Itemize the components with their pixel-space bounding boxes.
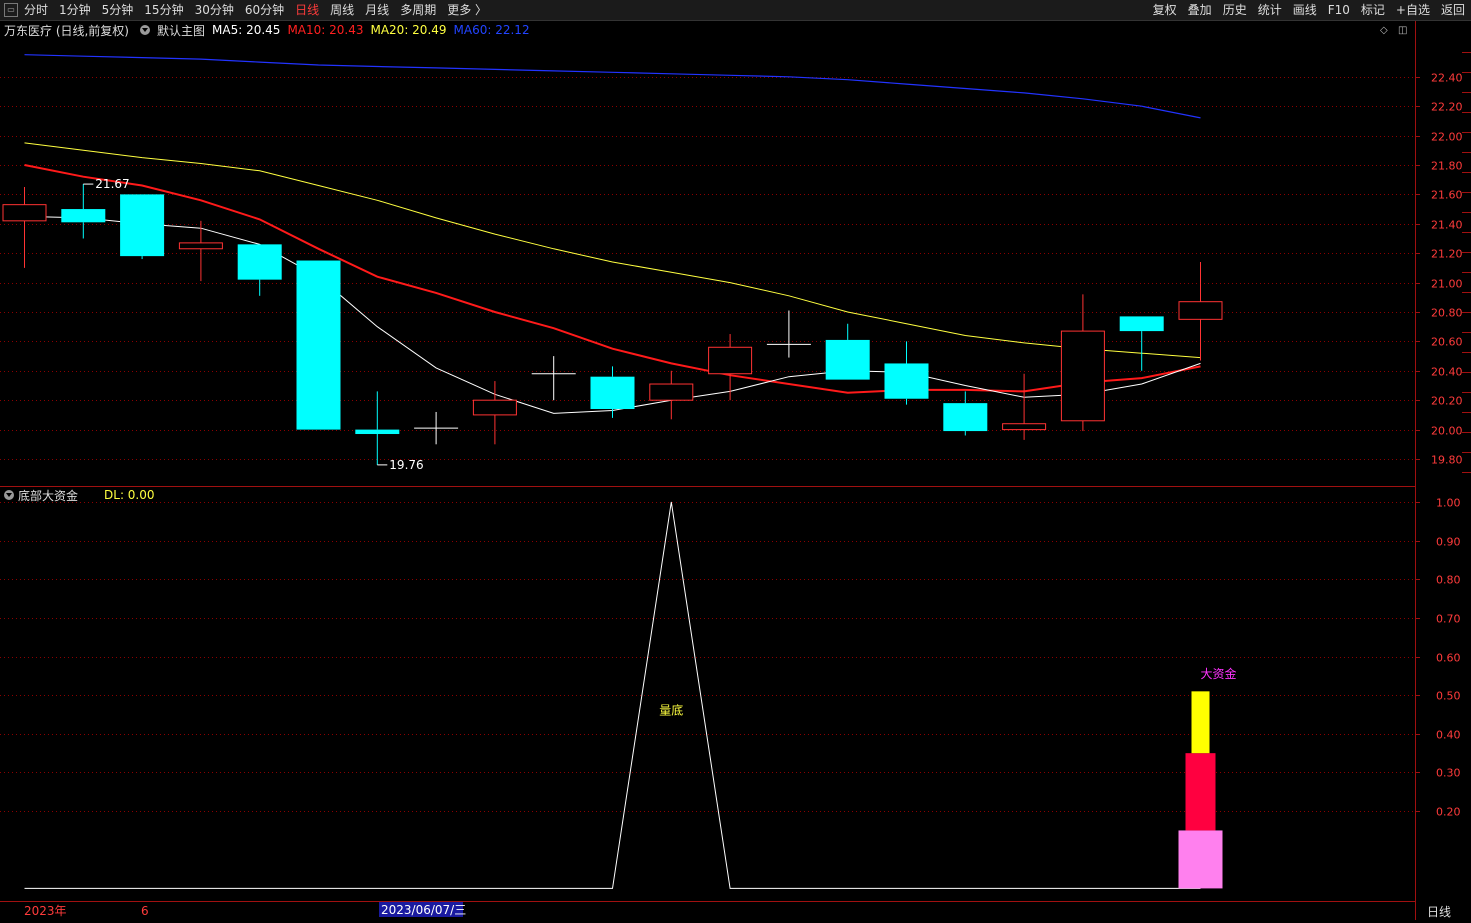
ma10-label: MA10: 20.43 bbox=[287, 23, 364, 37]
window-toggle-icon[interactable]: ◫ bbox=[1398, 25, 1407, 36]
period-label: 日线 bbox=[1426, 905, 1451, 919]
fuquan-button[interactable]: 复权 bbox=[1153, 0, 1177, 20]
dl-line bbox=[24, 501, 1201, 889]
candle-body bbox=[355, 429, 400, 435]
big-fund-bar-segment bbox=[1185, 753, 1216, 831]
ma20-label: MA20: 20.49 bbox=[370, 23, 447, 37]
y-tick-label: 22.20 bbox=[1431, 101, 1463, 114]
y-tick-label: 21.60 bbox=[1431, 189, 1463, 202]
dl-label: DL: 0.00 bbox=[104, 488, 155, 502]
overlay-button[interactable]: 叠加 bbox=[1188, 0, 1212, 20]
sub-y-tick-label: 1.00 bbox=[1436, 497, 1461, 510]
ma5-line bbox=[24, 215, 1201, 414]
kline-chart: 22.40 22.20 22.00 21.80 21.60 21.40 21.20 21.00… bbox=[0, 21, 1471, 920]
candle-body bbox=[237, 244, 282, 280]
low-marker-label: 19.76 bbox=[389, 458, 423, 472]
draw-button[interactable]: 画线 bbox=[1293, 0, 1317, 20]
diamond-icon[interactable]: ◇ bbox=[1380, 25, 1388, 36]
tab-multi-period[interactable]: 多周期 bbox=[400, 0, 436, 20]
ma10-line bbox=[24, 164, 1201, 394]
candle-body bbox=[296, 260, 341, 430]
sub-chart-header: 底部大资金 DL: 0.00 bbox=[0, 487, 179, 503]
period-tabs: ▭ 分时 1分钟 5分钟 15分钟 30分钟 60分钟 日线 周线 月线 多周期… bbox=[0, 0, 498, 20]
candle-body bbox=[884, 363, 929, 399]
sub-y-tick-label: 0.30 bbox=[1436, 767, 1461, 780]
ma60-label: MA60: 22.12 bbox=[453, 23, 530, 37]
sub-y-tick-label: 0.40 bbox=[1436, 729, 1461, 742]
date-cursor-box bbox=[379, 902, 463, 917]
tab-5min[interactable]: 5分钟 bbox=[102, 0, 134, 20]
ma60-line bbox=[24, 54, 1201, 119]
sub-y-tick-label: 0.80 bbox=[1436, 574, 1461, 587]
candle-body bbox=[943, 403, 988, 432]
sub-y-tick-label: 0.20 bbox=[1436, 806, 1461, 819]
candle-body bbox=[649, 383, 694, 401]
candle-body bbox=[1060, 330, 1105, 422]
candle-body bbox=[472, 399, 517, 416]
high-marker-label: 21.67 bbox=[95, 177, 129, 191]
big-fund-bar-segment bbox=[1178, 830, 1223, 889]
indicator-name[interactable]: 默认主图 bbox=[157, 22, 205, 39]
history-button[interactable]: 历史 bbox=[1223, 0, 1247, 20]
top-toolbar: ▭ 分时 1分钟 5分钟 15分钟 30分钟 60分钟 日线 周线 月线 多周期… bbox=[0, 0, 1471, 21]
year-label: 2023年 bbox=[24, 904, 67, 918]
y-tick-label: 21.20 bbox=[1431, 248, 1463, 261]
candle-body bbox=[1002, 423, 1047, 431]
ma20-line bbox=[24, 142, 1201, 359]
add-watchlist-button[interactable]: +自选 bbox=[1396, 0, 1430, 20]
tab-weekly[interactable]: 周线 bbox=[330, 0, 354, 20]
month-label: 6 bbox=[141, 904, 149, 918]
main-chart-header: 万东医疗 (日线,前复权) 默认主图 MA5: 20.45 MA10: 20.4… bbox=[0, 21, 537, 39]
chevron-down-icon[interactable] bbox=[140, 25, 150, 35]
tab-1min[interactable]: 1分钟 bbox=[59, 0, 91, 20]
big-fund-bar-segment bbox=[1191, 691, 1210, 754]
y-tick-label: 20.60 bbox=[1431, 336, 1463, 349]
right-tools: 复权 叠加 历史 统计 画线 F10 标记 +自选 返回 bbox=[1142, 0, 1465, 20]
candle-body bbox=[708, 346, 753, 375]
y-tick-label: 21.80 bbox=[1431, 160, 1463, 173]
window-icon[interactable]: ▭ bbox=[4, 3, 18, 17]
y-tick-label: 22.00 bbox=[1431, 131, 1463, 144]
mark-button[interactable]: 标记 bbox=[1361, 0, 1385, 20]
y-tick-label: 19.80 bbox=[1431, 454, 1463, 467]
sub-y-tick-label: 0.50 bbox=[1436, 690, 1461, 703]
tab-monthly[interactable]: 月线 bbox=[365, 0, 389, 20]
y-tick-label: 22.40 bbox=[1431, 72, 1463, 85]
sub-y-tick-label: 0.70 bbox=[1436, 613, 1461, 626]
ma5-label: MA5: 20.45 bbox=[212, 23, 281, 37]
sub-y-tick-label: 0.90 bbox=[1436, 536, 1461, 549]
tab-daily[interactable]: 日线 bbox=[295, 0, 319, 20]
back-button[interactable]: 返回 bbox=[1441, 0, 1465, 20]
tab-more[interactable]: 更多 〉 bbox=[447, 0, 487, 20]
y-tick-label: 20.80 bbox=[1431, 307, 1463, 320]
candle-body bbox=[825, 339, 870, 380]
tab-15min[interactable]: 15分钟 bbox=[144, 0, 183, 20]
stats-button[interactable]: 统计 bbox=[1258, 0, 1282, 20]
peak-label: 量底 bbox=[659, 703, 683, 718]
date-cursor-label: 2023/06/07/三 bbox=[381, 903, 466, 917]
y-tick-label: 21.00 bbox=[1431, 278, 1463, 291]
chevron-down-icon[interactable] bbox=[4, 490, 14, 500]
candle-body bbox=[1178, 301, 1223, 320]
y-tick-label: 20.40 bbox=[1431, 366, 1463, 379]
y-tick-label: 20.20 bbox=[1431, 395, 1463, 408]
candle-body bbox=[1119, 316, 1164, 332]
big-fund-label: 大资金 bbox=[1200, 666, 1236, 681]
tab-fenshi[interactable]: 分时 bbox=[24, 0, 48, 20]
stock-title: 万东医疗 (日线,前复权) bbox=[4, 23, 129, 38]
tab-30min[interactable]: 30分钟 bbox=[195, 0, 234, 20]
candle-body bbox=[120, 194, 165, 257]
candle-body bbox=[590, 376, 635, 410]
sub-indicator-name[interactable]: 底部大资金 bbox=[18, 487, 78, 504]
f10-button[interactable]: F10 bbox=[1328, 0, 1350, 20]
tab-60min[interactable]: 60分钟 bbox=[245, 0, 284, 20]
y-tick-label: 21.40 bbox=[1431, 219, 1463, 232]
sub-y-tick-label: 0.60 bbox=[1436, 652, 1461, 665]
candle-body bbox=[178, 242, 223, 250]
candle-body bbox=[2, 204, 47, 222]
y-tick-label: 20.00 bbox=[1431, 425, 1463, 438]
candle-body bbox=[61, 209, 106, 223]
